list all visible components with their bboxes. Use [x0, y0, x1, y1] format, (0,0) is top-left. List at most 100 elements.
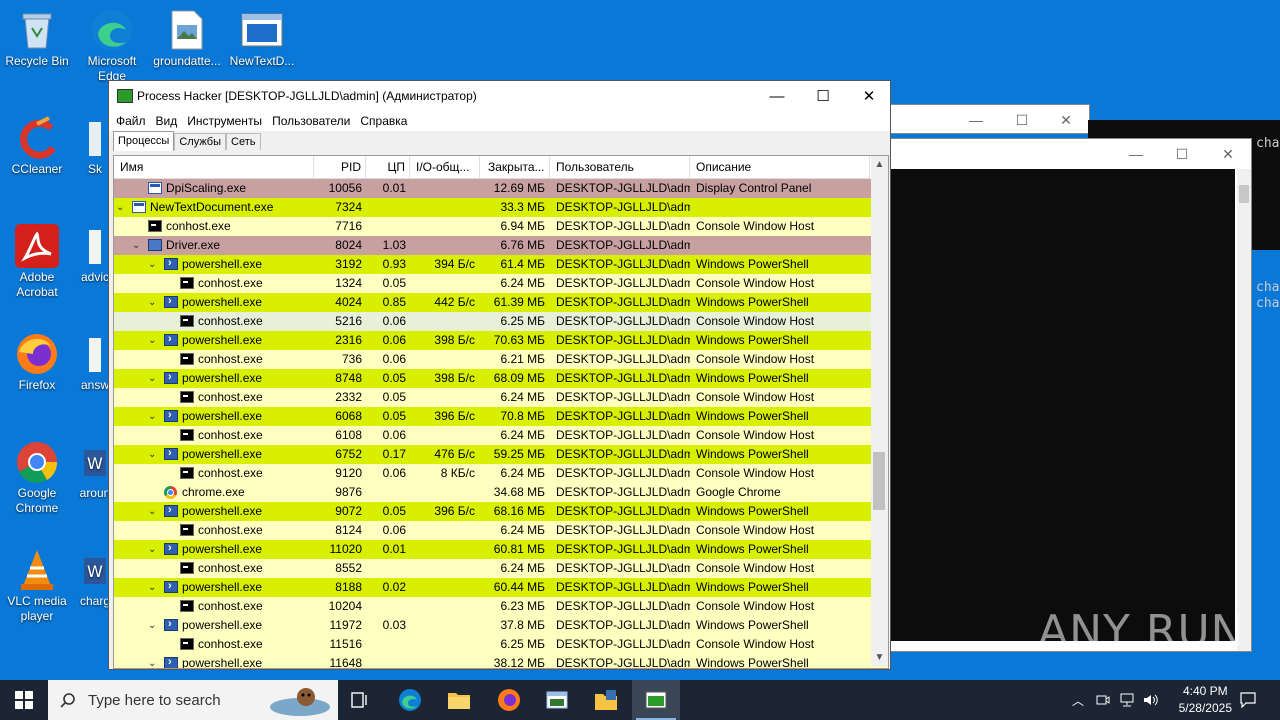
- process-row[interactable]: conhost.exe 2332 0.05 6.24 МБ DESKTOP-JGLLJL…: [114, 388, 888, 407]
- desktop-icon-google-chrome[interactable]: Google Chrome: [0, 440, 74, 516]
- process-row[interactable]: ⌄ powershell.exe 11972 0.03 37.8 МБ DESKTOP-J…: [114, 616, 888, 635]
- column-pid[interactable]: PID: [314, 156, 366, 178]
- start-button[interactable]: [0, 680, 48, 720]
- process-row[interactable]: conhost.exe 11516 6.25 МБ DESKTOP-JGLLJLD\a…: [114, 635, 888, 654]
- vertical-scrollbar[interactable]: ▲ ▼: [871, 156, 888, 666]
- maximize-icon[interactable]: ☐: [999, 105, 1045, 135]
- expand-chevron-icon[interactable]: ⌄: [148, 654, 156, 668]
- process-row[interactable]: ⌄ powershell.exe 6752 0.17 476 Б/с 59.25 МБ DE…: [114, 445, 888, 464]
- expand-chevron-icon[interactable]: ⌄: [148, 293, 156, 312]
- process-name: conhost.exe: [198, 523, 263, 537]
- tray-volume-button[interactable]: [1140, 680, 1162, 720]
- menu-help[interactable]: Справка: [355, 111, 412, 131]
- taskbar-process-hacker[interactable]: [632, 680, 680, 720]
- expand-chevron-icon[interactable]: ⌄: [148, 578, 156, 597]
- process-row[interactable]: chrome.exe 9876 34.68 МБ DESKTOP-JGLLJLD\ad…: [114, 483, 888, 502]
- process-row[interactable]: conhost.exe 736 0.06 6.21 МБ DESKTOP-JGLLJLD…: [114, 350, 888, 369]
- column-user[interactable]: Пользователь: [550, 156, 690, 178]
- show-hidden-icons-button[interactable]: ︿: [1068, 680, 1088, 720]
- console-scrollbar[interactable]: [1237, 169, 1251, 651]
- tray-network-button[interactable]: [1116, 680, 1138, 720]
- tab-services[interactable]: Службы: [174, 133, 227, 150]
- process-row[interactable]: conhost.exe 6108 0.06 6.24 МБ DESKTOP-JGLLJL…: [114, 426, 888, 445]
- expand-chevron-icon[interactable]: ⌄: [132, 236, 140, 255]
- desktop-icon-ccleaner[interactable]: CCleaner: [0, 116, 74, 177]
- process-row[interactable]: conhost.exe 9120 0.06 8 КБ/с 6.24 МБ DESKTOP-…: [114, 464, 888, 483]
- process-hacker-window[interactable]: Process Hacker [DESKTOP-JGLLJLD\admin] (…: [108, 80, 891, 670]
- task-view-button[interactable]: [338, 680, 382, 720]
- maximize-button[interactable]: ☐: [800, 81, 846, 111]
- menu-users[interactable]: Пользователи: [267, 111, 355, 131]
- menu-file[interactable]: Файл: [111, 111, 151, 131]
- process-row[interactable]: conhost.exe 10204 6.23 МБ DESKTOP-JGLLJLD\a…: [114, 597, 888, 616]
- taskbar-edge[interactable]: [388, 680, 432, 720]
- background-window-1[interactable]: — ☐ ✕: [880, 104, 1090, 134]
- scroll-up-icon[interactable]: ▲: [871, 156, 888, 173]
- close-icon[interactable]: ✕: [1205, 139, 1251, 169]
- minimize-icon[interactable]: —: [1113, 139, 1159, 169]
- desktop-icon-firefox[interactable]: Firefox: [0, 332, 74, 393]
- process-row[interactable]: ⌄ powershell.exe 2316 0.06 398 Б/с 70.63 МБ DE…: [114, 331, 888, 350]
- process-row[interactable]: conhost.exe 8124 0.06 6.24 МБ DESKTOP-JGLLJL…: [114, 521, 888, 540]
- tray-meet-button[interactable]: [1092, 680, 1114, 720]
- column-name[interactable]: Имя: [114, 156, 314, 178]
- menu-view[interactable]: Вид: [151, 111, 183, 131]
- notification-center-button[interactable]: [1232, 680, 1264, 720]
- expand-chevron-icon[interactable]: ⌄: [148, 331, 156, 350]
- process-row[interactable]: ⌄ Driver.exe 8024 1.03 6.76 МБ DESKTOP-JGLLJL…: [114, 236, 888, 255]
- process-tree[interactable]: Имя PID ЦП I/O-общ... Закрыта... Пользов…: [113, 155, 889, 669]
- scrollbar-thumb[interactable]: [873, 452, 885, 510]
- expand-chevron-icon[interactable]: ⌄: [148, 445, 156, 464]
- expand-chevron-icon[interactable]: ⌄: [148, 369, 156, 388]
- title-bar[interactable]: Process Hacker [DESKTOP-JGLLJLD\admin] (…: [109, 81, 890, 111]
- taskbar-firefox[interactable]: [486, 680, 532, 720]
- minimize-button[interactable]: —: [754, 81, 800, 111]
- desktop-icon-newtextd[interactable]: NewTextD...: [225, 8, 299, 69]
- column-description[interactable]: Описание: [690, 156, 870, 178]
- desktop-icon-recycle-bin[interactable]: Recycle Bin: [0, 8, 74, 69]
- desktop-icon-adobe-acrobat[interactable]: Adobe Acrobat: [0, 224, 74, 300]
- process-row[interactable]: ⌄ NewTextDocument.exe 7324 33.3 МБ DESKTOP-J…: [114, 198, 888, 217]
- process-row[interactable]: DpiScaling.exe 10056 0.01 12.69 МБ DESKTOP-J…: [114, 179, 888, 198]
- minimize-icon[interactable]: —: [953, 105, 999, 135]
- process-row[interactable]: ⌄ powershell.exe 8748 0.05 398 Б/с 68.09 МБ DE…: [114, 369, 888, 388]
- taskbar-file-explorer[interactable]: [436, 680, 482, 720]
- scrollbar-thumb[interactable]: [1239, 185, 1249, 203]
- process-row[interactable]: conhost.exe 5216 0.06 6.25 МБ DESKTOP-JGLLJL…: [114, 312, 888, 331]
- expand-chevron-icon[interactable]: ⌄: [148, 616, 156, 635]
- menu-tools[interactable]: Инструменты: [182, 111, 267, 131]
- taskbar-search-box[interactable]: Type here to search: [48, 680, 338, 720]
- process-row[interactable]: conhost.exe 1324 0.05 6.24 МБ DESKTOP-JGLLJL…: [114, 274, 888, 293]
- tab-network[interactable]: Сеть: [226, 133, 261, 150]
- process-row[interactable]: ⌄ powershell.exe 9072 0.05 396 Б/с 68.16 МБ DE…: [114, 502, 888, 521]
- close-button[interactable]: ✕: [846, 81, 892, 111]
- expand-chevron-icon[interactable]: ⌄: [116, 198, 124, 217]
- process-row[interactable]: ⌄ powershell.exe 11020 0.01 60.81 МБ DESKTOP-…: [114, 540, 888, 559]
- process-description: Google Chrome: [696, 485, 781, 499]
- process-row[interactable]: ⌄ powershell.exe 11648 38.12 МБ DESKTOP-JGLL…: [114, 654, 888, 668]
- column-io[interactable]: I/O-общ...: [410, 156, 480, 178]
- expand-chevron-icon[interactable]: ⌄: [148, 255, 156, 274]
- maximize-icon[interactable]: ☐: [1159, 139, 1205, 169]
- taskbar-clock[interactable]: 4:40 PM 5/28/2025: [1179, 683, 1232, 717]
- column-cpu[interactable]: ЦП: [366, 156, 410, 178]
- expand-chevron-icon[interactable]: ⌄: [148, 407, 156, 426]
- process-row[interactable]: conhost.exe 8552 6.24 МБ DESKTOP-JGLLJLD\ad…: [114, 559, 888, 578]
- close-icon[interactable]: ✕: [1043, 105, 1089, 135]
- column-private-bytes[interactable]: Закрыта...: [480, 156, 550, 178]
- taskbar-window-app[interactable]: [534, 680, 580, 720]
- process-row[interactable]: ⌄ powershell.exe 8188 0.02 60.44 МБ DESKTOP-J…: [114, 578, 888, 597]
- expand-chevron-icon[interactable]: ⌄: [148, 502, 156, 521]
- scroll-down-icon[interactable]: ▼: [871, 649, 888, 666]
- taskbar-explorer-2[interactable]: [582, 680, 630, 720]
- background-window-2[interactable]: — ☐ ✕: [884, 138, 1252, 652]
- expand-chevron-icon[interactable]: ⌄: [148, 540, 156, 559]
- process-row[interactable]: ⌄ powershell.exe 6068 0.05 396 Б/с 70.8 МБ DES…: [114, 407, 888, 426]
- desktop-icon-vlc[interactable]: VLC media player: [0, 548, 74, 624]
- process-row[interactable]: conhost.exe 7716 6.94 МБ DESKTOP-JGLLJLD\ad…: [114, 217, 888, 236]
- tab-processes[interactable]: Процессы: [113, 131, 175, 151]
- process-row[interactable]: ⌄ powershell.exe 4024 0.85 442 Б/с 61.39 МБ DE…: [114, 293, 888, 312]
- process-row[interactable]: ⌄ powershell.exe 3192 0.93 394 Б/с 61.4 МБ DES…: [114, 255, 888, 274]
- desktop-icon-groundatte[interactable]: groundatte...: [150, 8, 224, 69]
- desktop-icon-edge[interactable]: Microsoft Edge: [75, 8, 149, 84]
